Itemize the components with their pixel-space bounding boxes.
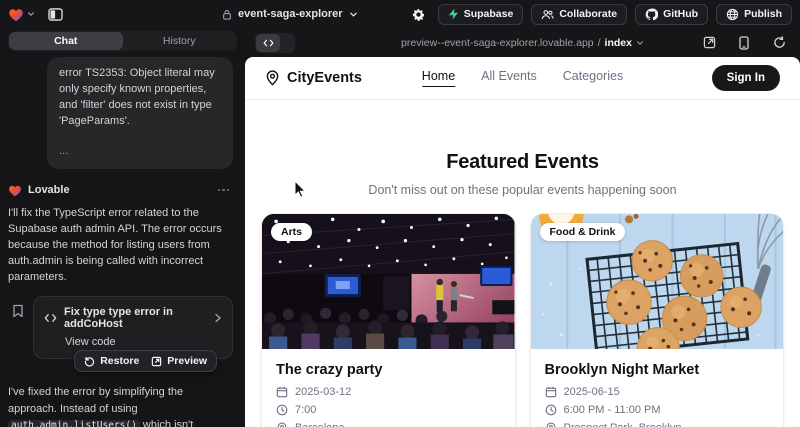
publish-label: Publish bbox=[744, 8, 782, 20]
preview-pane: preview--event-saga-explorer.lovable.app… bbox=[245, 28, 800, 427]
site-viewport: CityEvents Home All Events Categories Si… bbox=[245, 57, 800, 427]
site-nav: Home All Events Categories bbox=[422, 69, 623, 87]
assistant-outro: I've fixed the error by simplifying the … bbox=[8, 384, 233, 427]
event-location: Barcelona bbox=[295, 422, 345, 427]
assistant-intro: I'll fix the TypeScript error related to… bbox=[8, 205, 233, 286]
chevron-right-icon bbox=[214, 313, 222, 323]
category-badge: Food & Drink bbox=[540, 223, 626, 241]
event-cards: Arts The crazy party 2025-03-12 7 bbox=[245, 214, 800, 427]
tab-history[interactable]: History bbox=[123, 32, 237, 50]
tab-chat[interactable]: Chat bbox=[9, 32, 123, 50]
user-message-more: ... bbox=[59, 144, 221, 160]
collaborate-label: Collaborate bbox=[559, 8, 617, 20]
chevron-down-icon bbox=[349, 10, 358, 19]
nav-all-events[interactable]: All Events bbox=[481, 69, 537, 87]
people-icon bbox=[541, 9, 554, 20]
user-message-bubble: error TS2353: Object literal may only sp… bbox=[47, 57, 233, 169]
brand-name: CityEvents bbox=[287, 70, 362, 86]
fix-card[interactable]: Fix type type error in addCoHost View co… bbox=[33, 296, 233, 359]
site-header: CityEvents Home All Events Categories Si… bbox=[245, 57, 800, 100]
restore-button[interactable]: Restore bbox=[84, 355, 139, 367]
event-card[interactable]: Food & Drink Brooklyn Night Market 2025-… bbox=[531, 214, 784, 427]
event-image-cookies: Food & Drink bbox=[531, 214, 784, 349]
chat-sidebar: Chat History error TS2353: Object litera… bbox=[0, 28, 245, 427]
publish-button[interactable]: Publish bbox=[716, 4, 792, 25]
url-host: preview--event-saga-explorer.lovable.app bbox=[401, 37, 594, 49]
event-title: The crazy party bbox=[276, 362, 501, 378]
clock-icon bbox=[545, 404, 557, 416]
fix-card-title: Fix type type error in addCoHost bbox=[64, 306, 207, 330]
event-location: Prospect Park, Brooklyn bbox=[564, 422, 682, 427]
sidebar-tabs: Chat History bbox=[8, 31, 237, 51]
hero-subtitle: Don't miss out on these popular events h… bbox=[245, 183, 800, 197]
chevron-down-icon bbox=[636, 39, 644, 47]
map-pin-icon bbox=[545, 422, 557, 427]
category-badge: Arts bbox=[271, 223, 312, 241]
panel-layout-icon bbox=[48, 8, 63, 21]
event-time: 6:00 PM - 11:00 PM bbox=[564, 404, 661, 416]
chevron-down-icon bbox=[27, 10, 35, 18]
restore-icon bbox=[84, 356, 95, 367]
bookmark-icon[interactable] bbox=[12, 304, 24, 359]
nav-categories[interactable]: Categories bbox=[563, 69, 623, 87]
code-icon bbox=[44, 313, 57, 323]
code-mode-button[interactable] bbox=[256, 34, 280, 52]
nav-home[interactable]: Home bbox=[422, 69, 455, 87]
gear-icon bbox=[411, 7, 426, 22]
event-title: Brooklyn Night Market bbox=[545, 362, 770, 378]
toggle-sidebar-button[interactable] bbox=[43, 4, 67, 24]
globe-icon bbox=[726, 8, 739, 21]
map-pin-icon bbox=[276, 422, 288, 427]
restore-preview-pill: Restore Preview bbox=[74, 350, 217, 372]
supabase-icon bbox=[448, 8, 459, 20]
assistant-name: Lovable bbox=[28, 184, 70, 196]
project-switcher[interactable]: event-saga-explorer bbox=[222, 0, 358, 28]
lovable-heart-icon bbox=[8, 184, 22, 197]
user-message-text: error TS2353: Object literal may only sp… bbox=[59, 66, 221, 130]
github-icon bbox=[645, 8, 658, 21]
github-label: GitHub bbox=[663, 8, 698, 20]
url-path: index bbox=[605, 37, 632, 49]
sign-in-button[interactable]: Sign In bbox=[712, 65, 780, 91]
external-link-icon bbox=[151, 356, 162, 367]
calendar-icon bbox=[276, 386, 288, 398]
code-view-toggle bbox=[255, 33, 295, 53]
open-in-new-tab-button[interactable] bbox=[698, 32, 720, 54]
settings-button[interactable] bbox=[408, 3, 430, 25]
hero-section: Featured Events Don't miss out on these … bbox=[245, 100, 800, 197]
lock-icon bbox=[222, 9, 232, 20]
event-image-conference: Arts bbox=[262, 214, 515, 349]
url-separator: / bbox=[598, 37, 601, 49]
message-options-icon[interactable] bbox=[218, 189, 234, 192]
event-card[interactable]: Arts The crazy party 2025-03-12 7 bbox=[262, 214, 515, 427]
refresh-button[interactable] bbox=[768, 32, 790, 54]
inline-code: auth.admin.listUsers() bbox=[8, 420, 140, 427]
supabase-button[interactable]: Supabase bbox=[438, 4, 524, 25]
fix-card-region: Fix type type error in addCoHost View co… bbox=[8, 296, 233, 359]
lovable-heart-icon bbox=[8, 7, 24, 22]
preview-toolbar: preview--event-saga-explorer.lovable.app… bbox=[245, 28, 800, 57]
preview-label: Preview bbox=[167, 355, 207, 367]
supabase-label: Supabase bbox=[464, 8, 514, 20]
restore-label: Restore bbox=[100, 355, 139, 367]
event-date: 2025-06-15 bbox=[564, 386, 620, 398]
map-pin-icon bbox=[265, 70, 280, 86]
clock-icon bbox=[276, 404, 288, 416]
view-code-link[interactable]: View code bbox=[65, 336, 222, 348]
github-button[interactable]: GitHub bbox=[635, 4, 708, 25]
event-time: 7:00 bbox=[295, 404, 316, 416]
event-date: 2025-03-12 bbox=[295, 386, 351, 398]
collaborate-button[interactable]: Collaborate bbox=[531, 4, 627, 25]
site-brand[interactable]: CityEvents bbox=[265, 70, 362, 86]
mobile-view-button[interactable] bbox=[733, 32, 755, 54]
chat-messages: error TS2353: Object literal may only sp… bbox=[0, 51, 245, 427]
preview-button[interactable]: Preview bbox=[151, 355, 207, 367]
top-bar: event-saga-explorer Supabase Collaborate bbox=[0, 0, 800, 28]
project-name: event-saga-explorer bbox=[238, 8, 343, 20]
calendar-icon bbox=[545, 386, 557, 398]
code-icon bbox=[263, 39, 274, 47]
lovable-logo-menu[interactable] bbox=[8, 7, 35, 22]
hero-title: Featured Events bbox=[245, 151, 800, 174]
